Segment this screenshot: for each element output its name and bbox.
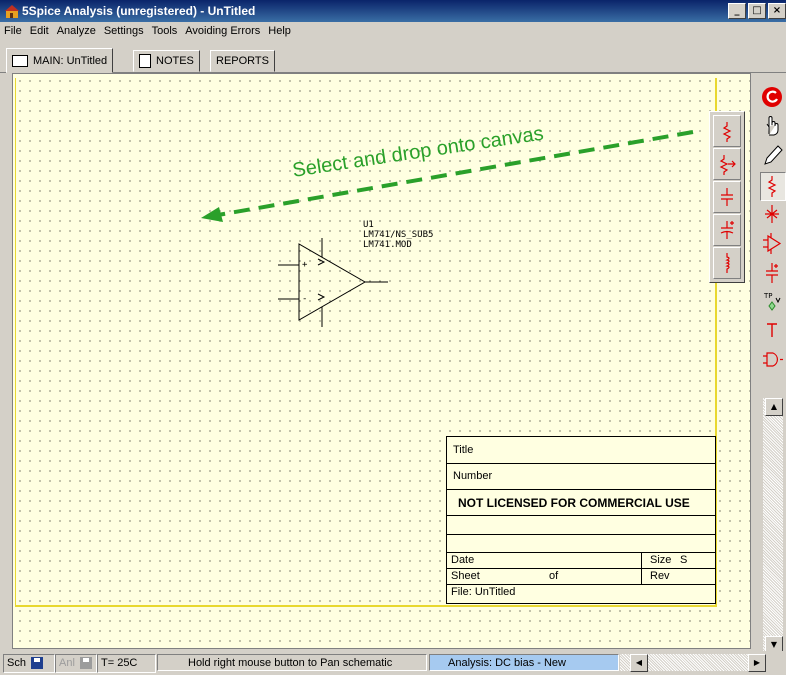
license-notice: NOT LICENSED FOR COMMERCIAL USE bbox=[458, 496, 690, 510]
schematic-icon bbox=[12, 54, 28, 67]
menu-bar: File Edit Analyze Settings Tools Avoidin… bbox=[0, 22, 786, 42]
refresh-icon bbox=[762, 87, 782, 107]
resistor-tap-icon bbox=[719, 155, 736, 175]
minimize-button[interactable]: _ bbox=[728, 3, 746, 19]
sch-status[interactable]: Sch bbox=[3, 654, 55, 673]
anl-label: Anl bbox=[59, 657, 75, 669]
right-toolbar: TP bbox=[758, 80, 786, 402]
logic-gate-icon bbox=[763, 352, 783, 367]
opamp-tool-button[interactable] bbox=[760, 230, 784, 257]
tab-bar: MAIN: UnTitled NOTES REPORTS bbox=[0, 44, 786, 73]
hint-status: Hold right mouse button to Pan schematic bbox=[157, 654, 427, 671]
scroll-up-arrow-icon[interactable]: ▲ bbox=[765, 398, 783, 416]
tab-reports-label: REPORTS bbox=[216, 55, 269, 67]
resistor-tool-icon bbox=[767, 176, 777, 197]
menu-tools[interactable]: Tools bbox=[148, 22, 182, 42]
number-label: Number bbox=[453, 470, 493, 482]
component-palette[interactable] bbox=[709, 111, 745, 283]
test-point-icon: TP bbox=[763, 292, 781, 311]
tab-notes[interactable]: NOTES bbox=[133, 50, 200, 72]
menu-settings[interactable]: Settings bbox=[100, 22, 148, 42]
menu-file[interactable]: File bbox=[0, 22, 26, 42]
part-model: LM741/NS_SUB5 bbox=[363, 230, 434, 240]
drop-arrow-head bbox=[201, 207, 223, 222]
sheet-label: Sheet bbox=[451, 570, 480, 582]
tab-main-label: MAIN: UnTitled bbox=[33, 54, 108, 67]
anl-disk-icon bbox=[79, 657, 92, 670]
menu-help[interactable]: Help bbox=[264, 22, 295, 42]
file-label: File: UnTitled bbox=[451, 586, 516, 598]
menu-analyze[interactable]: Analyze bbox=[53, 22, 100, 42]
notes-icon bbox=[139, 54, 151, 68]
schematic-canvas[interactable]: U1 LM741/NS_SUB5 LM741.MOD + - Select an… bbox=[12, 73, 751, 649]
refresh-button[interactable] bbox=[760, 84, 784, 111]
opamp-plus-label: + bbox=[302, 260, 308, 270]
of-label: of bbox=[549, 570, 559, 582]
capacitor-tool-button[interactable] bbox=[760, 259, 784, 286]
part-file: LM741.MOD bbox=[363, 240, 412, 250]
inductor-icon bbox=[725, 253, 730, 273]
palette-polarized-capacitor-button[interactable] bbox=[713, 214, 741, 246]
ground-tool-button[interactable] bbox=[760, 201, 784, 228]
hand-pan-icon bbox=[766, 116, 779, 136]
anl-status[interactable]: Anl bbox=[55, 654, 97, 673]
logic-gate-button[interactable] bbox=[760, 346, 784, 373]
size-value: S bbox=[680, 554, 688, 566]
tab-notes-label: NOTES bbox=[156, 55, 194, 67]
tab-reports[interactable]: REPORTS bbox=[210, 50, 275, 72]
ground-tool-icon bbox=[765, 205, 779, 223]
analysis-status: Analysis: DC bias - New bbox=[429, 654, 619, 671]
title-label: Title bbox=[453, 444, 474, 456]
capacitor-icon bbox=[721, 188, 733, 206]
polarized-capacitor-icon bbox=[720, 221, 734, 239]
svg-text:TP: TP bbox=[763, 292, 773, 300]
title-bar[interactable]: 5Spice Analysis (unregistered) - UnTitle… bbox=[0, 0, 786, 22]
title-block: Title Number NOT LICENSED FOR COMMERCIAL… bbox=[446, 436, 716, 604]
pan-button[interactable] bbox=[760, 113, 784, 140]
resistor-icon bbox=[722, 122, 732, 142]
scroll-right-arrow-icon[interactable]: ▶ bbox=[748, 654, 766, 672]
date-label: Date bbox=[451, 554, 475, 566]
size-label: Size bbox=[650, 554, 672, 566]
part-ref: U1 bbox=[363, 220, 374, 230]
tab-main[interactable]: MAIN: UnTitled bbox=[6, 48, 114, 73]
rev-label: Rev bbox=[650, 570, 670, 582]
sch-label: Sch bbox=[7, 657, 26, 669]
maximize-button[interactable]: □ bbox=[748, 3, 766, 19]
scroll-left-arrow-icon[interactable]: ◀ bbox=[630, 654, 648, 672]
vertical-scrollbar[interactable]: ▲ ▼ bbox=[763, 398, 783, 658]
pencil-icon bbox=[764, 145, 783, 165]
capacitor-tool-icon bbox=[766, 263, 778, 283]
palette-capacitor-button[interactable] bbox=[713, 181, 741, 213]
close-button[interactable]: × bbox=[768, 3, 786, 19]
text-tool-button[interactable] bbox=[760, 317, 784, 344]
opamp-symbol bbox=[278, 238, 388, 327]
opamp-minus-label: - bbox=[302, 294, 308, 304]
menu-edit[interactable]: Edit bbox=[26, 22, 53, 42]
app-icon bbox=[5, 5, 19, 18]
test-point-button[interactable]: TP bbox=[760, 288, 784, 315]
temperature-status: T= 25C bbox=[97, 654, 156, 673]
resistor-tool-button[interactable] bbox=[760, 172, 786, 201]
text-tool-icon bbox=[767, 323, 777, 337]
window-title: 5Spice Analysis (unregistered) - UnTitle… bbox=[22, 4, 256, 18]
menu-avoiding-errors[interactable]: Avoiding Errors bbox=[181, 22, 264, 42]
horizontal-scrollbar[interactable]: ◀ ▶ bbox=[620, 654, 766, 672]
opamp-tool-icon bbox=[763, 233, 782, 254]
palette-resistor-tap-button[interactable] bbox=[713, 148, 741, 180]
palette-resistor-button[interactable] bbox=[713, 115, 741, 147]
palette-inductor-button[interactable] bbox=[713, 247, 741, 279]
save-disk-icon[interactable] bbox=[31, 657, 44, 670]
draw-wire-button[interactable] bbox=[760, 142, 784, 169]
